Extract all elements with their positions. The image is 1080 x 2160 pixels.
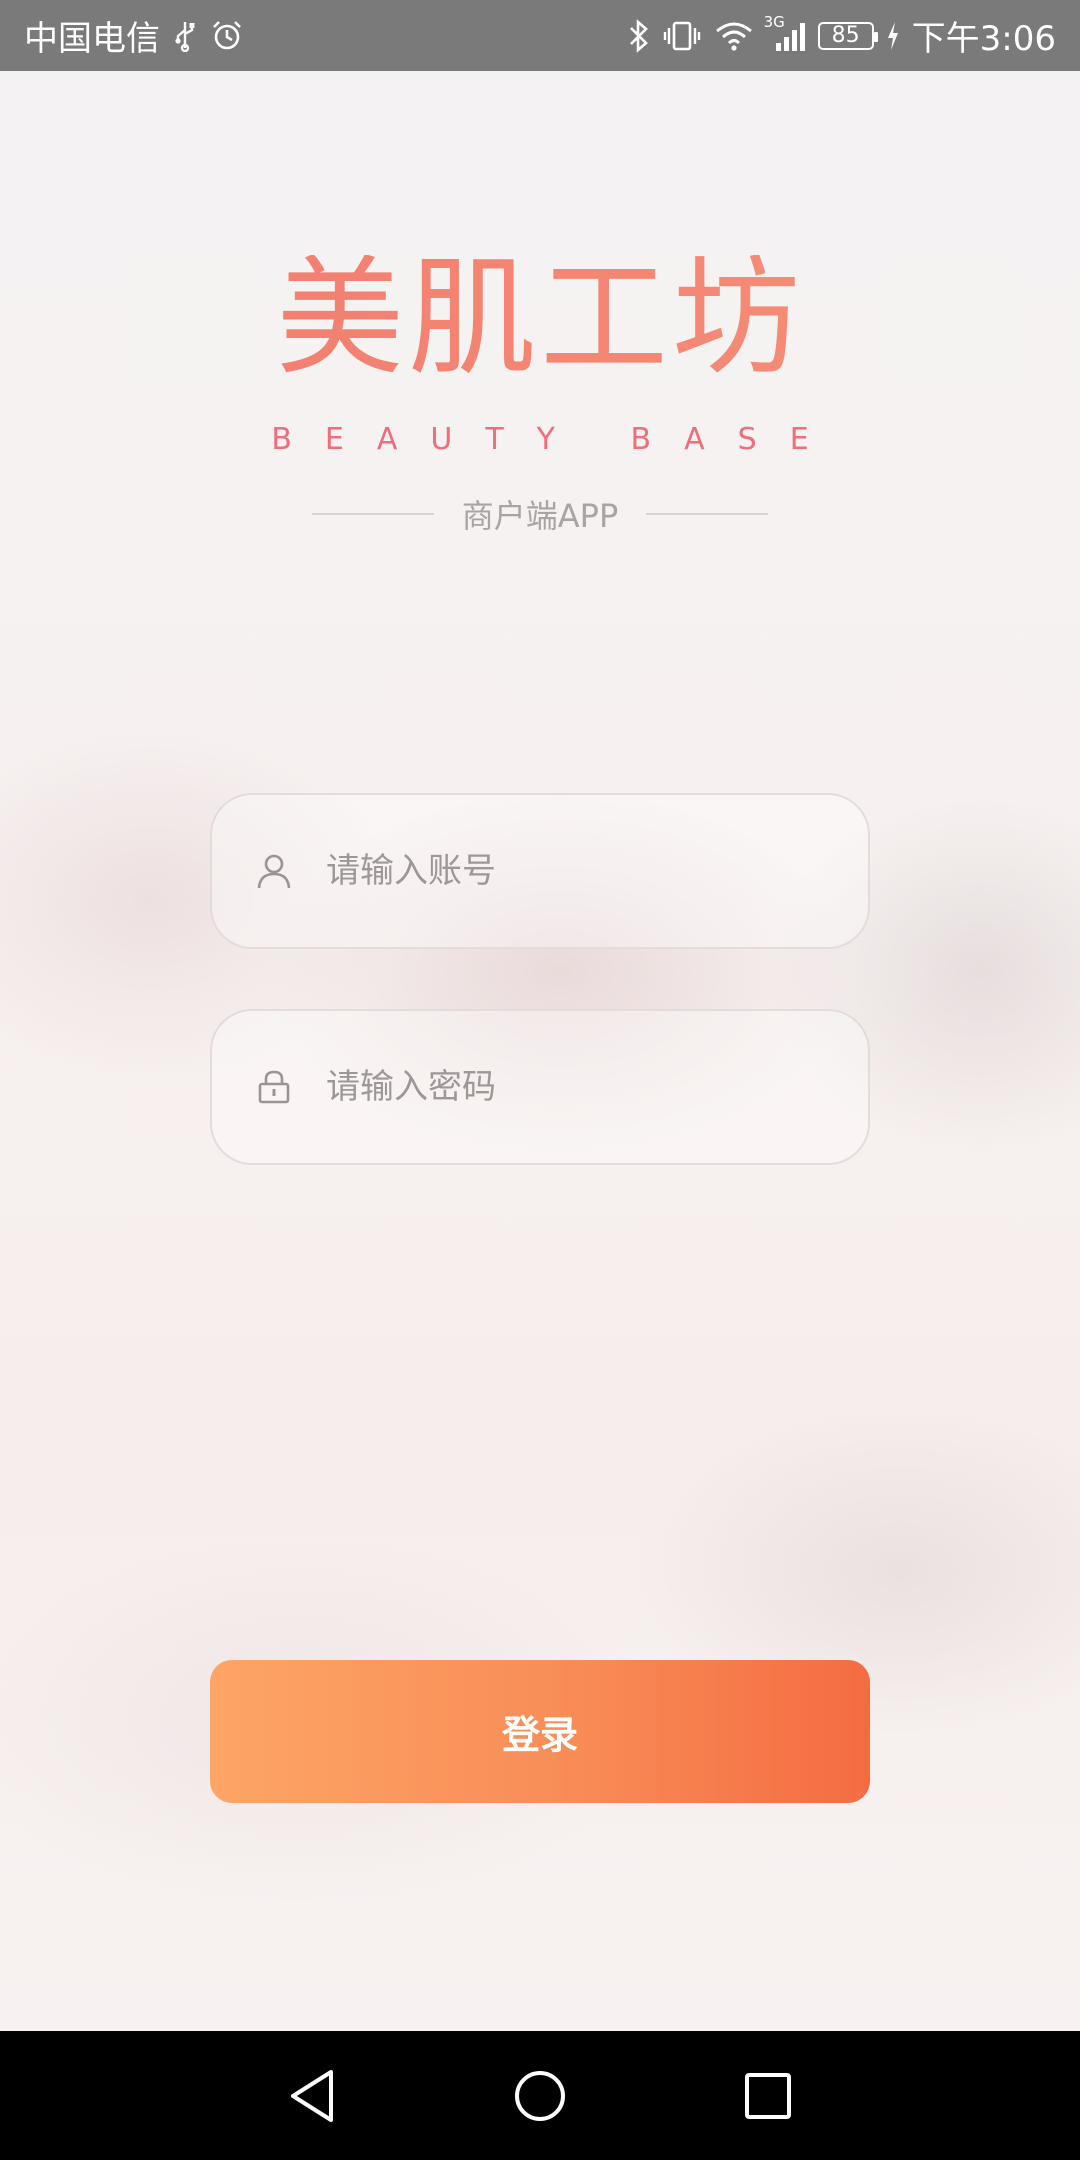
recents-icon[interactable] [708,2046,828,2146]
network-type-label: 3G [763,12,785,31]
vibrate-icon [662,19,702,53]
battery-icon: 85 [817,21,878,50]
status-bar: 中国电信 3G 85 下午3:06 [0,0,1080,71]
alarm-icon [210,19,244,53]
system-nav-bar [0,2031,1080,2160]
charging-icon [886,21,900,51]
account-input[interactable] [324,850,848,892]
carrier-label: 中国电信 [24,19,160,59]
usb-icon [174,20,196,52]
back-icon[interactable] [252,2046,372,2146]
login-page: 美肌工坊 BEAUTY BASE 商户端APP 登录 [0,71,1080,2031]
app-subtitle: 商户端APP [461,497,619,535]
lock-icon [254,1067,294,1107]
phone-screen: 中国电信 3G 85 下午3:06 美肌工坊 BEAUTY BASE 商户端AP… [0,0,1080,2160]
account-field[interactable] [210,793,870,949]
clock-label: 下午3:06 [911,19,1056,59]
signal-icon: 3G [764,13,806,53]
password-input[interactable] [324,1066,848,1108]
brand-logo-chinese: 美肌工坊 [0,255,1080,383]
wifi-icon [714,19,754,53]
divider-right [646,513,769,515]
user-icon [254,851,294,891]
home-icon[interactable] [480,2046,600,2146]
brand-logo-english: BEAUTY BASE [271,422,842,457]
divider-left [311,513,434,515]
bluetooth-icon [628,18,650,53]
password-field[interactable] [210,1009,870,1165]
battery-level: 85 [831,22,860,48]
status-right: 3G 85 下午3:06 [628,0,1056,71]
status-left: 中国电信 [24,0,244,71]
subtitle-row: 商户端APP [0,491,1080,537]
login-button[interactable]: 登录 [210,1660,870,1803]
